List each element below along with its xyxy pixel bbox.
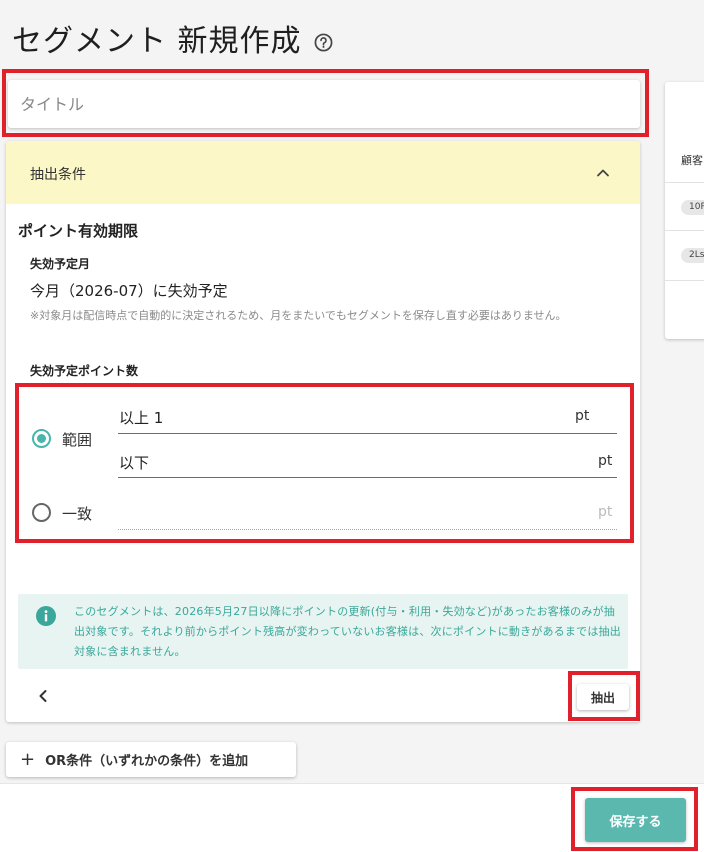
plus-icon: + [20, 749, 36, 770]
page-title-text: セグメント 新規作成 [12, 24, 302, 59]
info-icon [36, 606, 56, 626]
save-button[interactable]: 保存する [585, 798, 686, 842]
expiry-month-value: 今月（2026-07）に失効予定 [30, 282, 228, 300]
range-max-input[interactable]: 以下 [119, 452, 149, 473]
condition-header-title: 抽出条件 [30, 167, 86, 183]
range-min-unit: pt [575, 408, 590, 424]
info-text: このセグメントは、2026年5月27日以降にポイントの更新(付与・利用・失効など… [74, 605, 621, 658]
preview-panel: 顧客 10P 2Ls [665, 82, 704, 339]
extract-button[interactable]: 抽出 [577, 684, 629, 710]
expiry-month-label: 失効予定月 [30, 257, 91, 271]
help-icon[interactable] [314, 33, 333, 52]
expiry-points-label: 失効予定ポイント数 [30, 364, 139, 378]
range-max-underline [118, 477, 617, 478]
range-min-input[interactable]: 以上 1 [119, 407, 163, 428]
preview-chip: 2Ls [681, 248, 704, 263]
range-max-unit: pt [598, 453, 613, 469]
chevron-left-icon[interactable] [37, 689, 49, 703]
title-card [8, 80, 640, 128]
condition-header[interactable]: 抽出条件 [6, 141, 640, 204]
range-min-underline [118, 433, 617, 434]
chevron-up-icon[interactable] [596, 166, 610, 180]
divider [665, 230, 704, 231]
range-radio[interactable] [32, 429, 51, 448]
title-input[interactable] [8, 80, 640, 128]
add-or-condition-label: OR条件（いずれかの条件）を追加 [45, 754, 249, 769]
page-title: セグメント 新規作成 [12, 16, 333, 60]
condition-card: 抽出条件 ポイント有効期限 失効予定月 今月（2026-07）に失効予定 ※対象… [6, 141, 640, 722]
section-title: ポイント有効期限 [18, 222, 139, 240]
exact-label[interactable]: 一致 [62, 503, 92, 524]
preview-chip: 10P [681, 200, 704, 215]
expiry-note: ※対象月は配信時点で自動的に決定されるため、月をまたいでもセグメントを保存し直す… [30, 309, 567, 322]
add-or-condition-button[interactable]: + OR条件（いずれかの条件）を追加 [6, 742, 296, 777]
divider [665, 280, 704, 281]
exact-unit: pt [598, 504, 613, 520]
preview-header: 顧客 [681, 154, 703, 167]
exact-radio[interactable] [32, 503, 51, 522]
info-box: このセグメントは、2026年5月27日以降にポイントの更新(付与・利用・失効など… [18, 594, 628, 669]
range-label[interactable]: 範囲 [62, 429, 92, 450]
exact-underline [118, 529, 617, 530]
divider [665, 182, 704, 183]
